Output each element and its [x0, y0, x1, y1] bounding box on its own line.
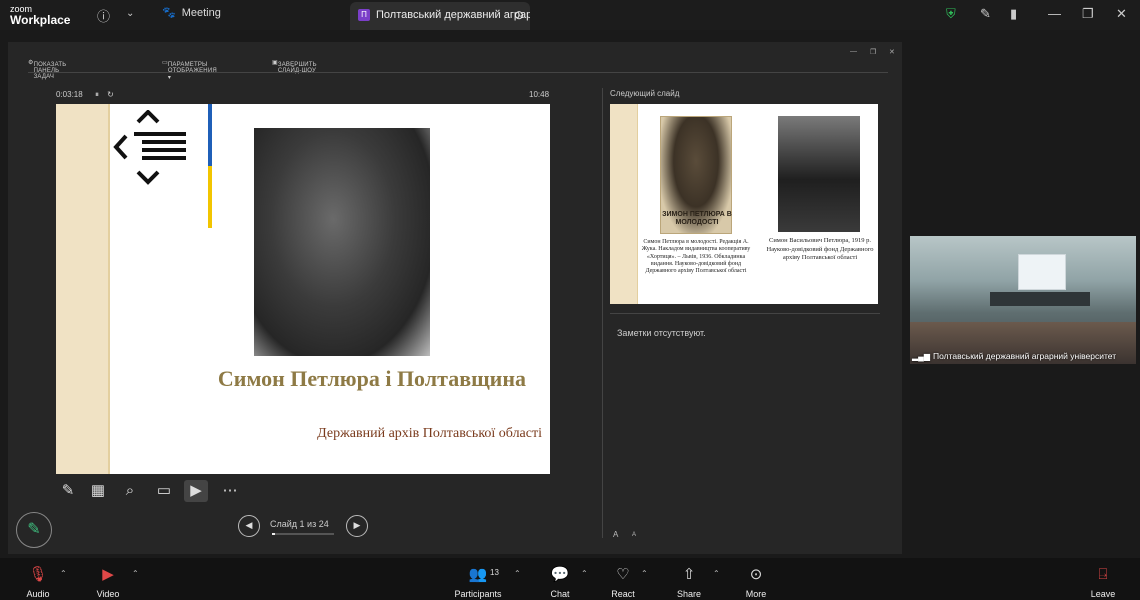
next-slide-button[interactable]: ▶ [346, 515, 368, 537]
projection-screen [1018, 254, 1066, 290]
signal-bars-icon: ▂▄▆ [912, 352, 930, 361]
share-options-caret[interactable]: ⌃ [713, 569, 720, 578]
video-button[interactable]: ▶ Video [78, 558, 138, 600]
chat-button[interactable]: 💬 Chat [530, 558, 590, 600]
panel-divider [602, 88, 603, 538]
pen-tool-icon[interactable]: ✎ [56, 480, 80, 502]
decrease-font-button[interactable]: A [632, 532, 636, 538]
leave-door-icon: ⍈ [1098, 566, 1108, 583]
meeting-controls: 🎙 Audio ⌃ ▶ Video ⌃ 👥 Participants 13 ⌃ … [0, 558, 1140, 600]
view-layout-icon[interactable]: ▮ [1010, 6, 1017, 22]
slide-counter: Слайд 1 из 24 [270, 519, 329, 529]
photo-caption-2: Симон Васильович Петлюра, 1919 р. Науков… [766, 237, 874, 261]
pause-icon[interactable]: ⏸ [95, 90, 99, 99]
react-options-caret[interactable]: ⌃ [641, 569, 648, 578]
tab-options-icon[interactable]: ⊙ [514, 8, 524, 22]
end-slideshow-button[interactable]: ▣ ЗАВЕРШИТЬ СЛАЙД-ШОУ [272, 59, 317, 74]
slide-progress-fill [272, 533, 275, 535]
zoom-slide-icon[interactable]: ⌕ [118, 480, 142, 502]
zoom-logo: zoom Workplace [10, 4, 71, 27]
app-badge: П [358, 9, 370, 22]
slide-side-strip [56, 104, 110, 474]
minimize-icon[interactable]: — [1048, 6, 1061, 21]
close-icon[interactable]: ✕ [1116, 6, 1127, 22]
next-slide-preview[interactable]: ЗИМОН ПЕТЛЮРА В МОЛОДОСТІ Симон Петлюра … [610, 104, 878, 304]
slideshow-timer: 0:03:18 ⏸ ↻ [56, 90, 114, 99]
share-screen-icon: ⇧ [682, 566, 696, 583]
more-icon: ⊙ [749, 566, 763, 583]
annotation-pen-button[interactable]: ✎ [16, 512, 52, 548]
slide-progress [272, 533, 334, 535]
photo-caption-1: Симон Петлюра в молодості. Редакція А. Ж… [641, 239, 751, 275]
more-button[interactable]: ⊙ More [726, 558, 786, 600]
see-all-slides-icon[interactable]: ▦ [86, 480, 110, 502]
presenter-minimize-icon[interactable]: — [850, 48, 857, 55]
display-settings-button[interactable]: ▭ ПАРАМЕТРЫ ОТОБРАЖЕНИЯ ▾ [162, 59, 217, 81]
chat-options-caret[interactable]: ⌃ [581, 569, 588, 578]
shield-icon[interactable]: ⛨ [946, 6, 956, 22]
tab-meeting[interactable]: 🐾 Meeting [162, 6, 221, 19]
toolbar-divider [28, 72, 888, 73]
show-taskbar-button[interactable]: ⚙ ПОКАЗАТЬ ПАНЕЛЬ ЗАДАЧ [28, 59, 66, 80]
next-slide-label: Следующий слайд [610, 89, 680, 98]
restore-icon[interactable]: ❐ [1082, 6, 1094, 22]
presenter-toolbar: ⚙ ПОКАЗАТЬ ПАНЕЛЬ ЗАДАЧ ▭ ПАРАМЕТРЫ ОТОБ… [28, 56, 888, 81]
book-cover-photo: ЗИМОН ПЕТЛЮРА В МОЛОДОСТІ [660, 116, 732, 234]
presenter-close-icon[interactable]: ✕ [889, 48, 895, 56]
share-button[interactable]: ⇧ Share [659, 558, 719, 600]
participants-icon: 👥 [468, 566, 488, 583]
soldier-photo [778, 116, 860, 232]
current-slide[interactable]: Симон Петлюра і Полтавщина Державний арх… [56, 104, 550, 474]
more-options-icon[interactable]: ⋯ [218, 480, 242, 502]
black-screen-icon[interactable]: ▭ [152, 480, 176, 502]
next-slide-strip [610, 104, 638, 304]
participants-options-caret[interactable]: ⌃ [514, 569, 521, 578]
participants-button[interactable]: 👥 Participants [448, 558, 508, 600]
video-off-icon: ▶ [102, 566, 114, 583]
flag-stripe-blue [208, 104, 212, 166]
flag-stripe-yellow [208, 166, 212, 228]
shared-screen: ⚙ ПОКАЗАТЬ ПАНЕЛЬ ЗАДАЧ ▭ ПАРАМЕТРЫ ОТОБ… [8, 42, 902, 554]
increase-font-button[interactable]: A [613, 530, 618, 539]
reset-timer-icon[interactable]: ↻ [107, 90, 114, 99]
notes-divider [610, 313, 880, 314]
clock: 10:48 [529, 90, 550, 99]
stage [990, 292, 1090, 306]
participant-video-tile[interactable]: ▂▄▆ Полтавський державний аграрний універ… [910, 236, 1136, 364]
microphone-muted-icon: 🎙 [28, 566, 48, 583]
audio-button[interactable]: 🎙 Audio [8, 558, 68, 600]
video-options-caret[interactable]: ⌃ [132, 569, 139, 578]
participants-count: 13 [490, 568, 499, 577]
slide-title: Симон Петлюра і Полтавщина [217, 366, 526, 391]
camera-toggle-icon[interactable]: ▶ [184, 480, 208, 502]
slide-subtitle: Державний архів Полтавської області [317, 426, 542, 441]
speaker-notes: Заметки отсутствуют. [617, 328, 706, 338]
leave-button[interactable]: ⍈ Leave [1073, 558, 1133, 600]
annotate-pen-icon[interactable]: ✎ [980, 6, 991, 22]
audio-options-caret[interactable]: ⌃ [60, 569, 67, 578]
title-bar: zoom Workplace ⓘ ⌄ 🐾 Meeting П Полтавський… [0, 0, 1140, 30]
info-icon[interactable]: ⓘ [97, 6, 110, 25]
archive-logo-icon [113, 110, 186, 185]
portrait-photo [254, 128, 430, 356]
previous-slide-button[interactable]: ◀ [238, 515, 260, 537]
paw-icon: 🐾 [162, 7, 176, 19]
chevron-down-icon[interactable]: ⌄ [126, 8, 134, 19]
react-button[interactable]: ♡ React [593, 558, 653, 600]
tab-shared-document[interactable]: П Полтавський державний аграр ⊙ [350, 2, 530, 30]
presenter-restore-icon[interactable]: ❐ [870, 48, 876, 56]
participant-name: ▂▄▆ Полтавський державний аграрний універ… [912, 351, 1117, 361]
